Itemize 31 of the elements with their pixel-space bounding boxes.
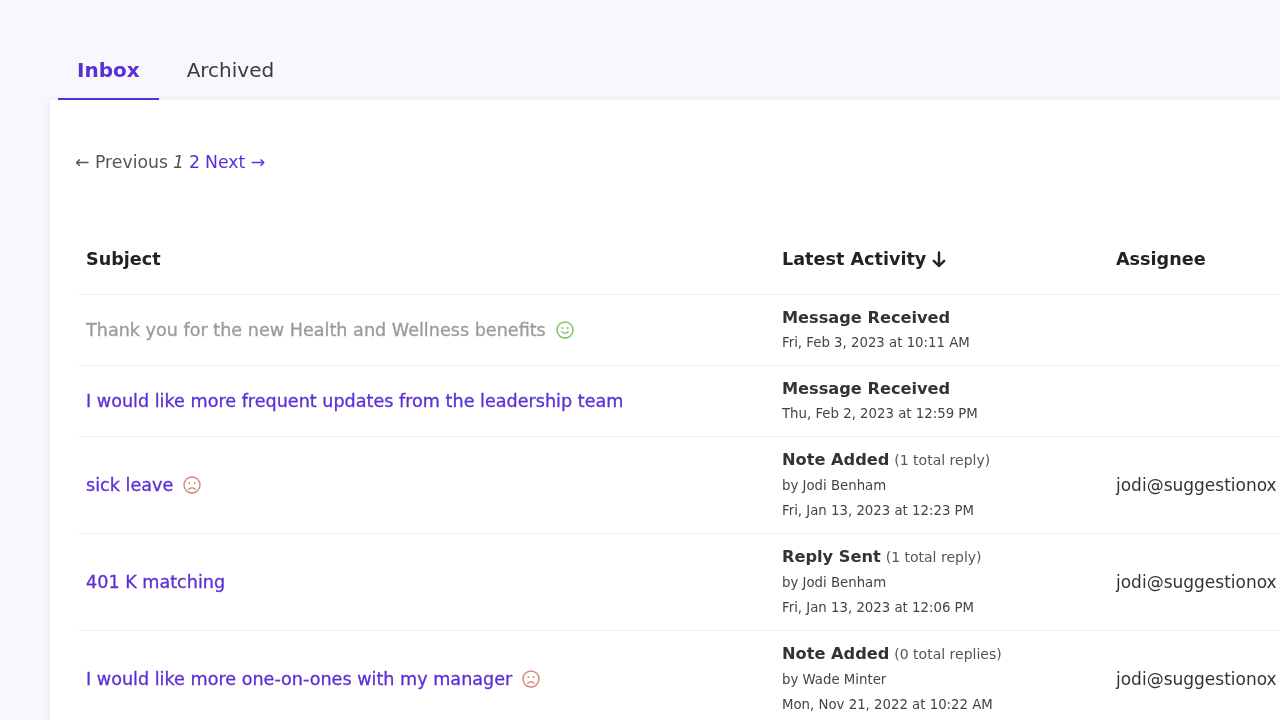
subject-link[interactable]: I would like more frequent updates from the leadership team — [86, 391, 624, 411]
activity-title: Message Received — [782, 308, 951, 327]
arrow-down-icon[interactable] — [932, 250, 947, 268]
activity-title: Message Received — [782, 379, 951, 398]
column-header[interactable]: Subject — [86, 247, 161, 271]
assignee-email: jodi@suggestionox — [1116, 475, 1277, 495]
reply-count: (1 total reply) — [885, 549, 982, 565]
activity-date: Fri, Jan 13, 2023 at 12:23 PM — [782, 502, 976, 520]
subject-link[interactable]: sick leave — [86, 475, 174, 495]
page-link[interactable]: 1 — [173, 150, 184, 174]
subject-link[interactable]: 401 K matching — [86, 572, 226, 592]
assignee-email: jodi@suggestionox — [1116, 669, 1277, 689]
activity-date: Mon, Nov 21, 2022 at 10:22 AM — [782, 696, 994, 714]
tab[interactable]: Archived — [167, 41, 294, 100]
column-header[interactable]: Assignee — [1116, 247, 1206, 271]
page-link[interactable]: 2 — [189, 150, 200, 174]
activity-date: Thu, Feb 2, 2023 at 12:59 PM — [782, 405, 978, 423]
activity-author: by Wade Minter — [782, 671, 888, 689]
activity-title: Note Added — [782, 644, 890, 663]
activity-author: by Jodi Benham — [782, 574, 888, 592]
assignee-email: jodi@suggestionox — [1116, 572, 1277, 592]
activity-date: Fri, Feb 3, 2023 at 10:11 AM — [782, 334, 970, 352]
subject-link[interactable]: I would like more one-on-ones with my manager — [86, 669, 513, 689]
reply-count: (0 total replies) — [894, 646, 1002, 662]
activity-title: Reply Sent — [782, 547, 881, 566]
activity-date: Fri, Jan 13, 2023 at 12:06 PM — [782, 599, 976, 617]
next-link[interactable]: Next → — [205, 150, 266, 174]
column-header[interactable]: Latest Activity — [782, 247, 927, 271]
reply-count: (1 total reply) — [894, 452, 991, 468]
activity-title: Note Added — [782, 450, 890, 469]
activity-author: by Jodi Benham — [782, 477, 888, 495]
